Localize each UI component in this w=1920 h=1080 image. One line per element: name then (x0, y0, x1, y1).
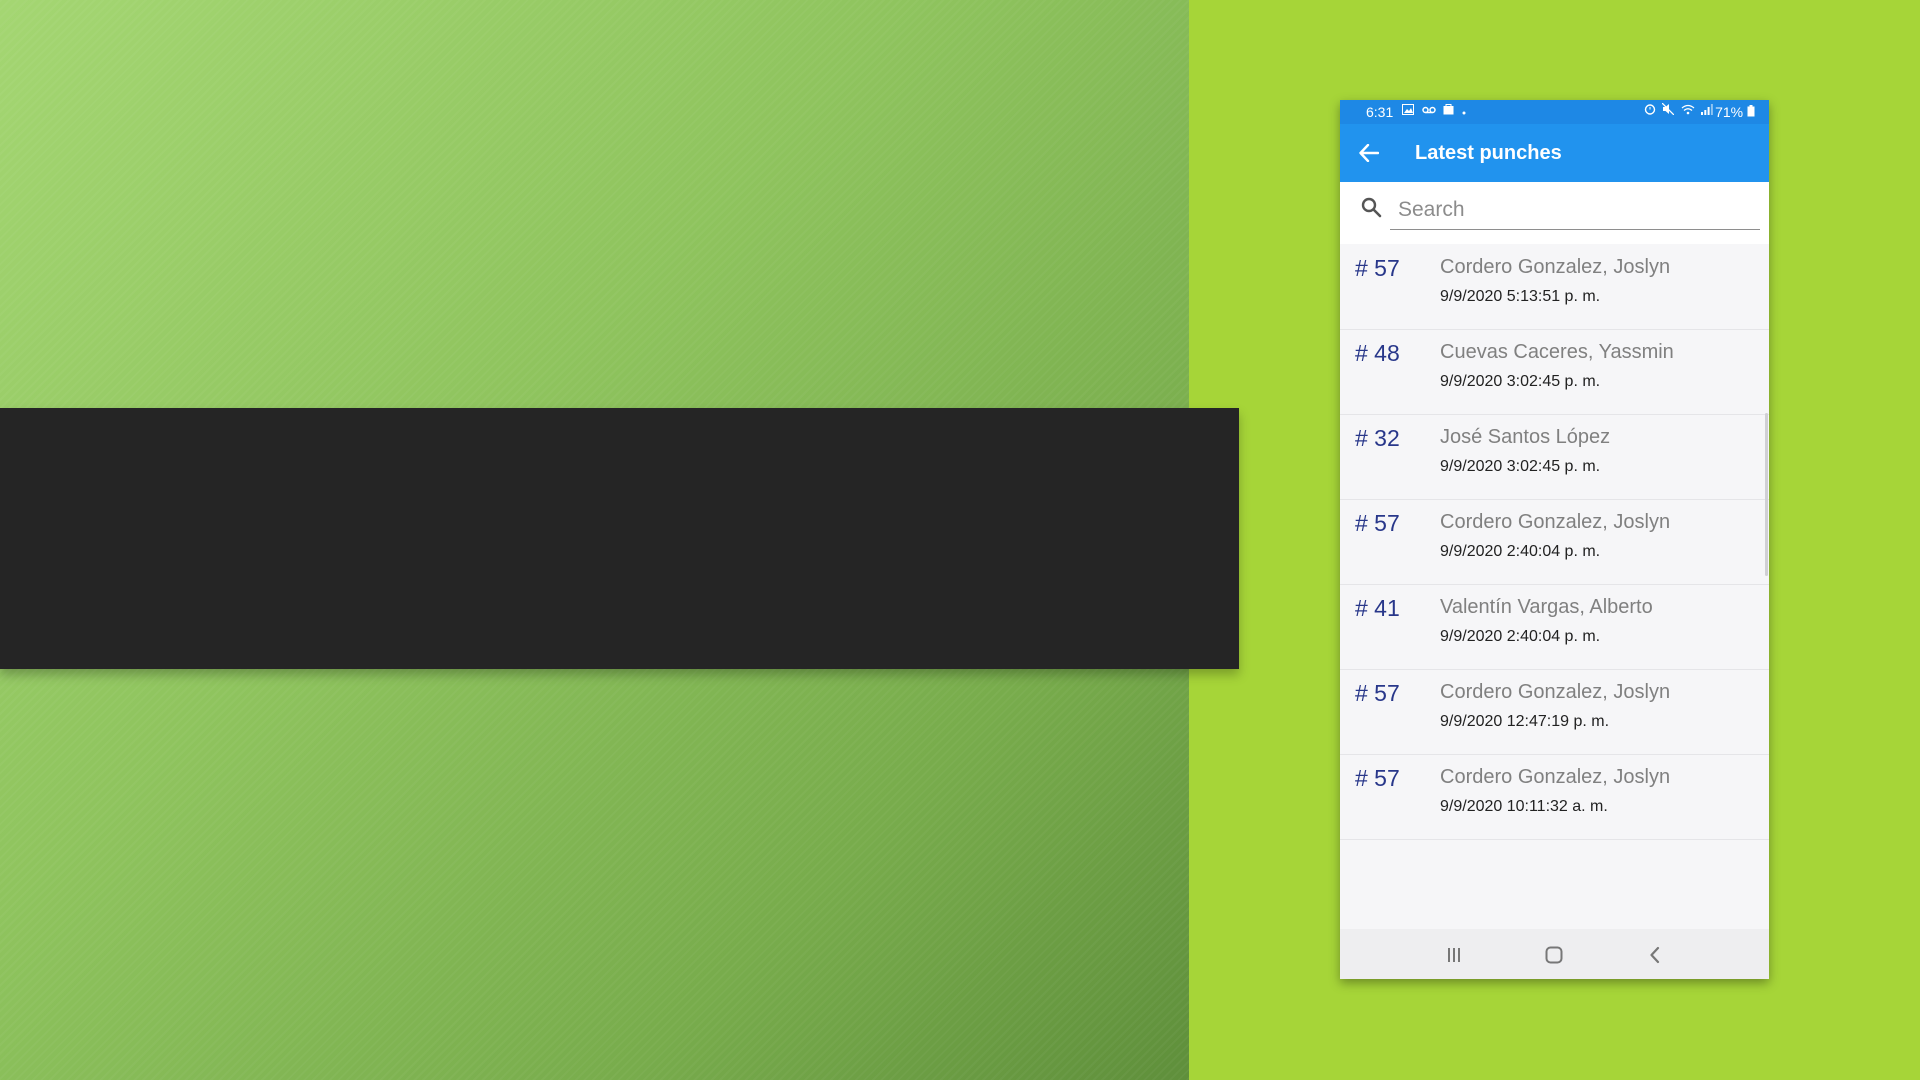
status-bar: 6:31 71% (1340, 100, 1769, 124)
punch-datetime: 9/9/2020 3:02:45 p. m. (1440, 373, 1601, 390)
battery-level: 71% (1715, 104, 1755, 120)
employee-name: Cordero Gonzalez, Joslyn (1440, 766, 1671, 788)
employee-number: # 32 (1355, 425, 1400, 451)
list-item[interactable]: # 57 Cordero Gonzalez, Joslyn 9/9/2020 1… (1340, 755, 1769, 840)
employee-name: Valentín Vargas, Alberto (1440, 596, 1653, 618)
alarm-icon (1644, 104, 1656, 115)
list-item[interactable]: # 32 José Santos López 9/9/2020 3:02:45 … (1340, 415, 1769, 500)
nav-back-button[interactable] (1635, 941, 1675, 969)
bag-icon (1443, 104, 1454, 115)
employee-name: Cordero Gonzalez, Joslyn (1440, 511, 1671, 533)
status-time: 6:31 (1366, 104, 1394, 120)
signal-icon (1701, 104, 1713, 115)
search-icon (1360, 196, 1382, 218)
list-item[interactable]: # 57 Cordero Gonzalez, Joslyn 9/9/2020 5… (1340, 245, 1769, 330)
home-button[interactable] (1534, 941, 1574, 969)
search-input[interactable] (1390, 190, 1760, 230)
punch-datetime: 9/9/2020 5:13:51 p. m. (1440, 288, 1601, 305)
employee-number: # 57 (1355, 680, 1400, 706)
home-icon (1545, 946, 1563, 964)
punch-datetime: 9/9/2020 2:40:04 p. m. (1440, 543, 1601, 560)
recent-apps-button[interactable] (1434, 941, 1474, 969)
employee-name: Cordero Gonzalez, Joslyn (1440, 256, 1671, 278)
list-item[interactable]: # 48 Cuevas Caceres, Yassmin 9/9/2020 3:… (1340, 330, 1769, 415)
back-icon (1650, 946, 1660, 964)
employee-number: # 57 (1355, 510, 1400, 536)
app-bar: Latest punches (1340, 124, 1769, 182)
battery-icon (1747, 105, 1755, 117)
employee-name: Cuevas Caceres, Yassmin (1440, 341, 1674, 363)
notification-icons (1402, 103, 1466, 118)
mute-icon (1661, 102, 1675, 116)
punches-list: # 57 Cordero Gonzalez, Joslyn 9/9/2020 5… (1340, 245, 1769, 840)
list-scrollbar[interactable] (1765, 413, 1768, 576)
punch-datetime: 9/9/2020 2:40:04 p. m. (1440, 628, 1601, 645)
system-icons (1644, 102, 1713, 118)
employee-number: # 57 (1355, 765, 1400, 791)
recent-apps-icon (1448, 948, 1460, 962)
list-item[interactable]: # 57 Cordero Gonzalez, Joslyn 9/9/2020 2… (1340, 500, 1769, 585)
list-item[interactable]: # 41 Valentín Vargas, Alberto 9/9/2020 2… (1340, 585, 1769, 670)
voicemail-icon (1421, 106, 1436, 114)
search-bar (1340, 182, 1769, 244)
punch-datetime: 9/9/2020 10:11:32 a. m. (1440, 798, 1608, 815)
wifi-icon (1681, 104, 1695, 115)
employee-name: Cordero Gonzalez, Joslyn (1440, 681, 1671, 703)
title-band (0, 408, 1239, 669)
image-icon (1402, 104, 1414, 115)
phone-screen: 6:31 71% Latest punches # 57 Cordero G (1340, 100, 1769, 979)
employee-number: # 57 (1355, 255, 1400, 281)
employee-number: # 41 (1355, 595, 1400, 621)
punch-datetime: 9/9/2020 3:02:45 p. m. (1440, 458, 1601, 475)
punch-datetime: 9/9/2020 12:47:19 p. m. (1440, 713, 1610, 730)
back-button[interactable] (1354, 138, 1384, 168)
dot-icon (1462, 111, 1466, 115)
list-item[interactable]: # 57 Cordero Gonzalez, Joslyn 9/9/2020 1… (1340, 670, 1769, 755)
page-title: Latest punches (1415, 142, 1562, 164)
employee-number: # 48 (1355, 340, 1400, 366)
system-nav-bar (1340, 929, 1769, 979)
employee-name: José Santos López (1440, 426, 1611, 448)
arrow-left-icon (1359, 144, 1379, 162)
